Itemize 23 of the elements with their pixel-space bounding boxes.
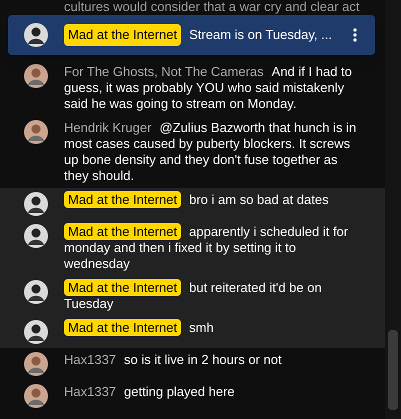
chat-message: Mad at the Internet bro i am so bad at dates	[64, 192, 365, 208]
chat-message: Hax1337 so is it live in 2 hours or not	[64, 352, 283, 368]
scrollbar-thumb[interactable]	[388, 330, 398, 410]
avatar-icon	[24, 120, 48, 144]
avatar-icon	[24, 224, 48, 248]
message-text: cultures would consider that a war cry and clear act	[63, 0, 361, 14]
owner-name-badge: Mad at the Internet	[64, 24, 182, 46]
chat-message: Mad at the Internet smh	[64, 320, 365, 336]
more-icon	[353, 28, 358, 42]
pinned-message-text: Stream is on Tuesday, ...	[189, 26, 332, 44]
scrollbar[interactable]	[385, 0, 401, 419]
chat-message: Hendrik Kruger @Zulius Bazworth that hunch is in most cases caused by puberty blockers. It screws up bone density and they don't fuse together as they should.	[64, 120, 358, 184]
chat-message: Mad at the Internet but reiterated it'd be on Tuesday	[64, 280, 323, 312]
avatar-icon	[24, 64, 48, 88]
avatar-icon	[24, 280, 48, 304]
avatar-icon	[24, 352, 48, 376]
chat-message: Hax1337 getting played here	[64, 384, 236, 400]
avatar-icon	[24, 384, 48, 408]
chat-message: Mad at the Internet apparently i scheduled it for monday and then i fixed it by setting it to wednesday	[64, 224, 350, 272]
avatar-icon	[24, 23, 48, 47]
avatar-icon	[24, 192, 48, 216]
chat-message: For The Ghosts, Not The Cameras And if I had to guess, it was probably YOU who said mistakenly said he was going to stream on Monday.	[64, 64, 353, 112]
avatar-icon	[24, 320, 48, 344]
